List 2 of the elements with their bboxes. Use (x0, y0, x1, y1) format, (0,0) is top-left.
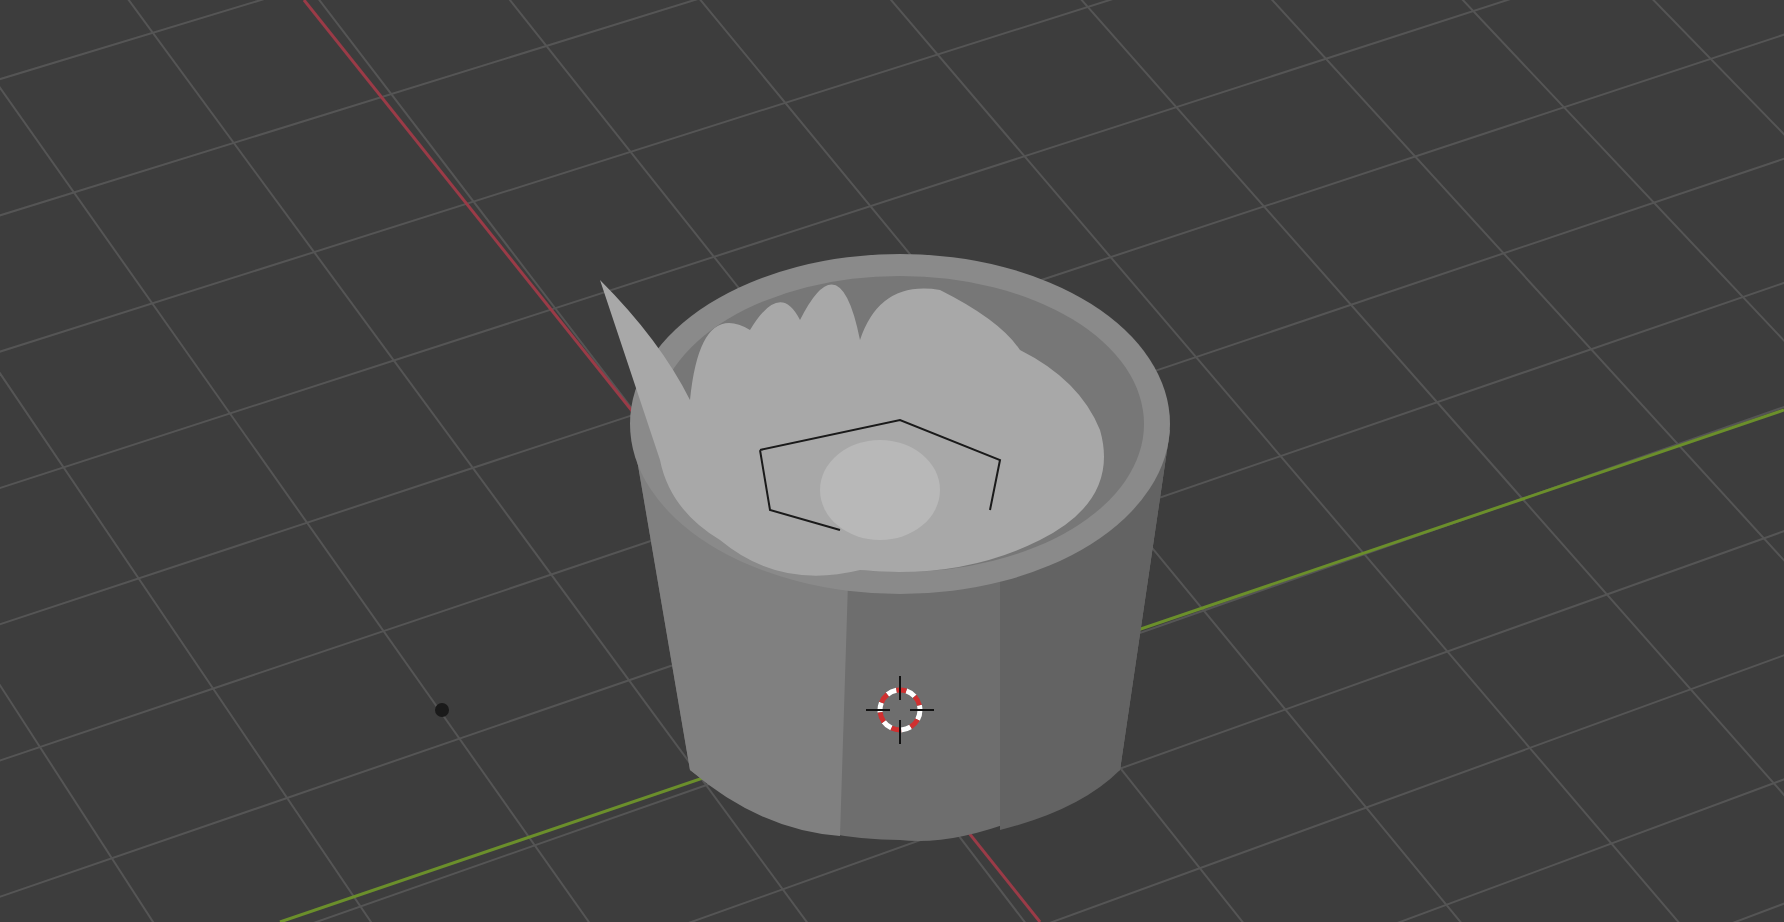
crosshair-cursor-icon (865, 675, 935, 745)
vertex-dot (435, 703, 449, 717)
